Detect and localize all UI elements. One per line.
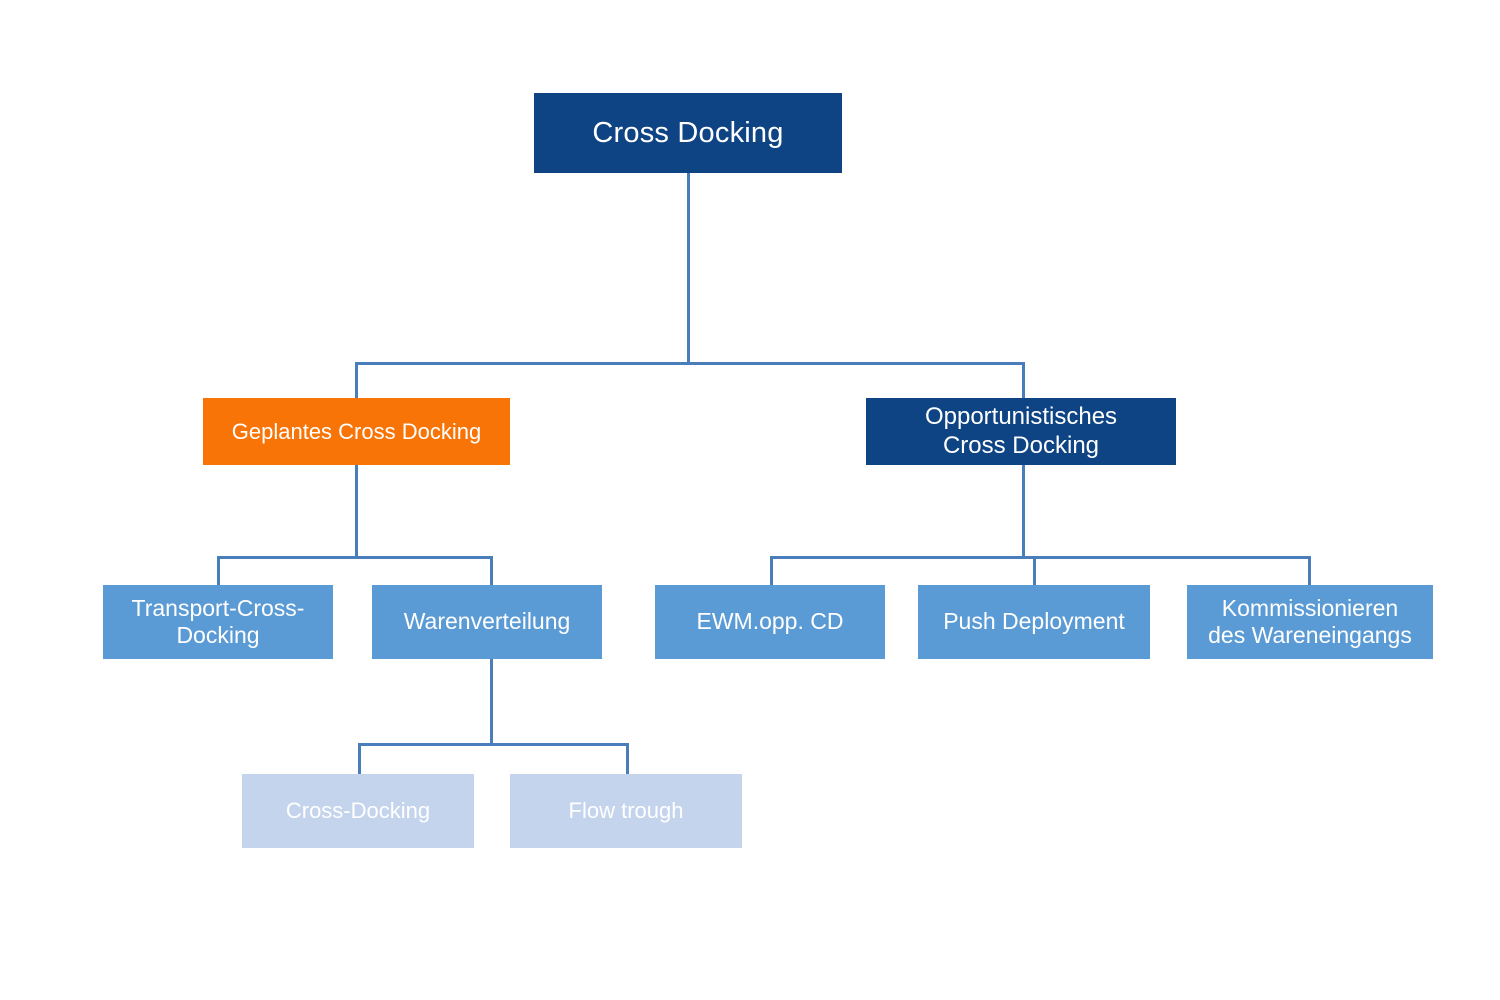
node-push-deployment[interactable]: Push Deployment bbox=[918, 585, 1150, 659]
connector-level3-left-bus bbox=[217, 556, 493, 559]
node-kommissionieren-wareneingangs[interactable]: Kommissionieren des Wareneingangs bbox=[1187, 585, 1433, 659]
connector-bus-to-ewm bbox=[770, 556, 773, 586]
connector-level3-right-bus bbox=[770, 556, 1311, 559]
node-warenverteilung-label: Warenverteilung bbox=[403, 608, 571, 635]
diagram-canvas: Cross Docking Geplantes Cross Docking Op… bbox=[0, 0, 1500, 1000]
node-ewm-opp-cd-label: EWM.opp. CD bbox=[696, 608, 844, 635]
node-geplantes-cross-docking[interactable]: Geplantes Cross Docking bbox=[203, 398, 510, 465]
node-kommissionieren-label-line1: Kommissionieren bbox=[1221, 594, 1399, 621]
node-opportunistisches-cross-docking-label-line1: Opportunistisches bbox=[924, 403, 1118, 431]
node-cross-docking-leaf-label: Cross-Docking bbox=[285, 798, 431, 824]
node-cross-docking-root[interactable]: Cross Docking bbox=[534, 93, 842, 173]
connector-bus-to-flow-trough-leaf bbox=[626, 743, 629, 774]
connector-warenverteilung-to-bus bbox=[490, 659, 493, 745]
node-cross-docking-root-label: Cross Docking bbox=[592, 116, 784, 149]
node-geplantes-cross-docking-label: Geplantes Cross Docking bbox=[231, 418, 482, 444]
node-opportunistisches-cross-docking[interactable]: Opportunistisches Cross Docking bbox=[866, 398, 1176, 465]
connector-level2-bus bbox=[355, 362, 1025, 365]
connector-bus-to-opportunistic bbox=[1022, 362, 1025, 398]
connector-root-to-bus bbox=[687, 172, 690, 363]
connector-level4-bus bbox=[358, 743, 629, 746]
connector-bus-to-warenverteilung bbox=[490, 556, 493, 586]
connector-bus-to-cross-docking-leaf bbox=[358, 743, 361, 774]
connector-bus-to-kommissionieren bbox=[1308, 556, 1311, 586]
node-push-deployment-label: Push Deployment bbox=[943, 608, 1125, 635]
node-flow-trough-leaf-label: Flow trough bbox=[568, 798, 684, 824]
node-warenverteilung[interactable]: Warenverteilung bbox=[372, 585, 602, 659]
connector-opportunistic-to-bus bbox=[1022, 465, 1025, 558]
node-opportunistisches-cross-docking-label-line2: Cross Docking bbox=[942, 431, 1100, 459]
node-transport-cross-docking[interactable]: Transport-Cross- Docking bbox=[103, 585, 333, 659]
node-transport-cross-docking-label-line1: Transport-Cross- bbox=[131, 594, 305, 621]
connector-planned-to-bus bbox=[355, 465, 358, 558]
node-kommissionieren-label-line2: des Wareneingangs bbox=[1208, 622, 1412, 648]
node-cross-docking-leaf[interactable]: Cross-Docking bbox=[242, 774, 474, 848]
connector-bus-to-push-deployment bbox=[1033, 556, 1036, 586]
connector-bus-to-transport-cd bbox=[217, 556, 220, 586]
connector-bus-to-planned bbox=[355, 362, 358, 398]
node-ewm-opp-cd[interactable]: EWM.opp. CD bbox=[655, 585, 885, 659]
node-transport-cross-docking-label-line2: Docking bbox=[176, 622, 260, 648]
node-flow-trough-leaf[interactable]: Flow trough bbox=[510, 774, 742, 848]
